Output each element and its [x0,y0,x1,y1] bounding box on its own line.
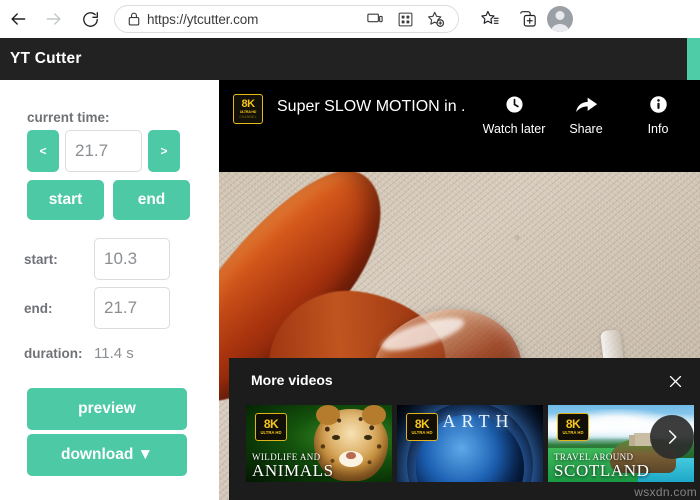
reload-button[interactable] [72,3,108,35]
browser-toolbar: https://ytcutter.com [0,0,700,38]
close-more-videos-button[interactable] [664,370,686,392]
leopard-eye-left [332,435,340,440]
thumb-badge-8k: 8K ULTRA HD [406,413,438,441]
more-video-thumb-earth[interactable]: EARTH 8K ULTRA HD [397,405,543,482]
thumb-badge-8k: 8K ULTRA HD [557,413,589,441]
duration-label: duration: [24,346,83,361]
cut-controls-panel: current time: < > start end start: end: … [0,80,219,500]
download-button[interactable]: download ▼ [27,434,187,476]
info-button[interactable]: Info [622,92,694,136]
set-markers-row: start end [27,180,190,220]
start-field-row: start: [24,238,170,280]
watch-later-label: Watch later [482,122,546,136]
set-end-button[interactable]: end [113,180,190,220]
end-label: end: [24,300,53,316]
more-videos-list: 8K ULTRA HD WILDLIFE AND ANIMALS EARTH 8… [246,405,694,482]
start-label: start: [24,251,58,267]
thumb-caption-main: SCOTLAND [554,461,650,480]
lock-icon [123,11,145,27]
leopard-eye-right [364,435,372,440]
address-bar[interactable]: https://ytcutter.com [114,5,459,33]
more-videos-panel: More videos 8K ULTRA HD WILDLIFE AND ANI… [229,358,700,500]
share-label: Share [569,122,603,136]
thumb-badge-line-2: ULTRA HD [411,430,433,435]
browser-toolbar-actions [471,3,577,35]
favorites-star-list-icon[interactable] [471,3,509,35]
url-text[interactable]: https://ytcutter.com [147,12,258,27]
back-arrow-icon [11,13,26,25]
current-time-input[interactable] [65,130,142,172]
address-bar-actions [360,6,450,32]
more-videos-title: More videos [251,372,333,388]
header-accent-strip [687,38,700,80]
thumb-caption: TRAVEL AROUND SCOTLAND [554,452,649,480]
step-forward-button[interactable]: > [148,130,180,172]
cast-device-icon[interactable] [360,6,390,32]
thumb-caption-main: ANIMALS [252,461,334,480]
chevron-right-icon [668,430,677,444]
duration-row: duration: 11.4 s [24,345,134,362]
app-title: YT Cutter [10,50,82,67]
earth-title-text: EARTH [425,411,515,431]
split-screen-tab-icon[interactable] [509,3,547,35]
thumb-badge-8k: 8K ULTRA HD [255,413,287,441]
thumb-badge-line-1: 8K [263,417,279,431]
thumb-badge-line-2: ULTRA HD [260,430,282,435]
browser-window: https://ytcutter.com YT Cutter current t… [0,0,700,500]
watch-later-button[interactable]: Watch later [478,92,550,136]
more-video-thumb-wildlife[interactable]: 8K ULTRA HD WILDLIFE AND ANIMALS [246,405,392,482]
duration-value: 11.4 s [94,345,134,362]
thumb-badge-line-2: ULTRA HD [562,430,584,435]
info-circle-icon [648,92,669,116]
video-title[interactable]: Super SLOW MOTION in ... [277,98,465,116]
video-player[interactable]: 8K ULTRA HD CHANNEL Super SLOW MOTION in… [219,80,700,500]
clock-icon [504,92,525,116]
info-label: Info [647,122,669,136]
profile-avatar-icon[interactable] [547,6,573,32]
share-button[interactable]: Share [550,92,622,136]
leopard-nose [346,452,356,459]
app-header: YT Cutter [0,38,700,80]
player-top-bar: 8K ULTRA HD CHANNEL Super SLOW MOTION in… [219,80,700,172]
badge-line-3: CHANNEL [239,115,257,119]
end-field-row: end: [24,287,170,329]
player-actions: Watch later Share Info [478,92,700,136]
thumb-caption: WILDLIFE AND ANIMALS [252,452,334,480]
more-videos-next-button[interactable] [650,415,694,459]
back-button[interactable] [0,3,36,35]
share-arrow-icon [575,92,598,116]
thumb-badge-line-1: 8K [565,417,581,431]
step-back-button[interactable]: < [27,130,59,172]
add-favorite-star-icon[interactable] [420,6,450,32]
current-time-label: current time: [27,110,110,125]
preview-button[interactable]: preview [27,388,187,430]
collections-grid-icon[interactable] [390,6,420,32]
forward-button[interactable] [36,3,72,35]
end-input[interactable] [94,287,170,329]
forward-arrow-icon [46,13,61,25]
refresh-icon [82,11,98,27]
current-time-row: < > [27,130,180,172]
channel-badge-8k[interactable]: 8K ULTRA HD CHANNEL [233,94,263,124]
set-start-button[interactable]: start [27,180,104,220]
start-input[interactable] [94,238,170,280]
close-icon [669,375,681,387]
badge-line-1: 8K [241,98,255,110]
thumb-badge-line-1: 8K [414,417,430,431]
